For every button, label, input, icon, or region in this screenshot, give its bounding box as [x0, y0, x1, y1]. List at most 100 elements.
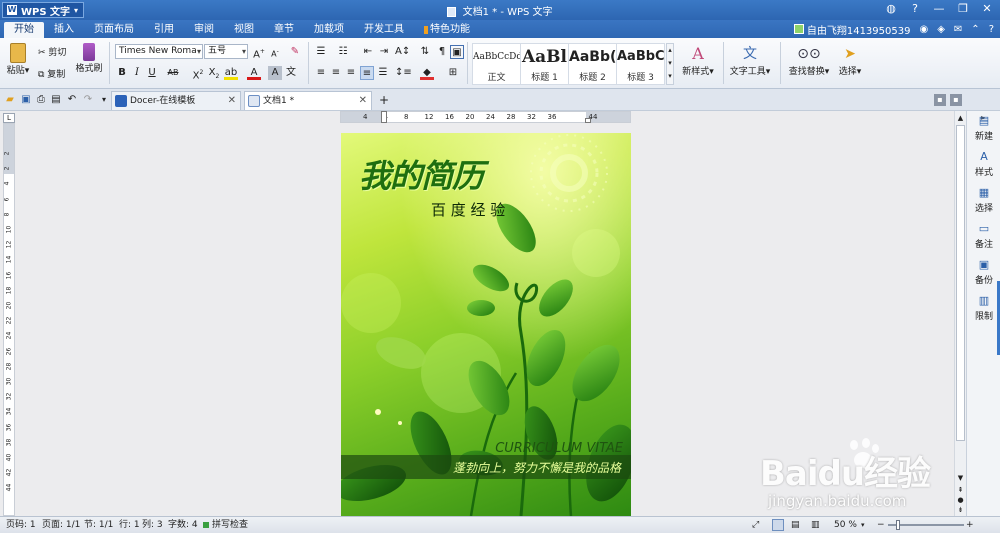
font-color-icon[interactable]: A — [247, 66, 261, 80]
horizontal-ruler[interactable]: 4481216202428323644 — [340, 111, 631, 123]
panel-select[interactable]: ▦ 选择 — [967, 187, 1000, 215]
close-doc-icon[interactable]: ▪ — [950, 94, 962, 106]
tab-document-1[interactable]: 文档1 * ✕ — [244, 91, 372, 110]
redo-icon[interactable]: ↷ — [82, 94, 94, 106]
fit-page-icon[interactable]: ⤢ — [752, 517, 759, 533]
show-marks-icon[interactable]: ¶ — [435, 45, 449, 59]
numbered-list-icon[interactable]: ☷ — [336, 45, 350, 59]
document-workspace[interactable]: L 4481216202428323644 224681012141618202… — [0, 111, 966, 516]
open-folder-icon[interactable]: ▰ — [4, 94, 16, 106]
border-icon[interactable]: ▣ — [450, 45, 464, 59]
tab-addins[interactable]: 加载项 — [304, 22, 354, 38]
style-heading-2[interactable]: AaBb( 标题 2 — [568, 43, 617, 85]
new-tab-icon[interactable]: + — [378, 94, 390, 106]
tab-page-layout[interactable]: 页面布局 — [84, 22, 144, 38]
customize-qat-icon[interactable]: ▾ — [98, 94, 110, 106]
web-view-icon[interactable]: ▥ — [811, 517, 820, 533]
tab-references[interactable]: 引用 — [144, 22, 184, 38]
grow-font-button[interactable]: A+ — [252, 45, 266, 60]
panel-backup[interactable]: ▣ 备份 — [967, 259, 1000, 287]
zoom-level[interactable]: 50 % — [834, 517, 857, 533]
help-icon[interactable]: ? — [906, 2, 924, 17]
font-name-select[interactable]: Times New Roma — [115, 44, 203, 59]
tab-view[interactable]: 视图 — [224, 22, 264, 38]
tab-insert[interactable]: 插入 — [44, 22, 84, 38]
copy-button[interactable]: ⧉ 复制 — [38, 67, 65, 80]
zoom-in-button[interactable]: + — [966, 517, 974, 533]
format-painter-button[interactable]: 格式刷 — [74, 43, 104, 74]
indent-marker-icon[interactable] — [381, 111, 387, 123]
prev-page-icon[interactable]: ⇞ — [955, 485, 966, 495]
clear-format-icon[interactable]: ✎ — [288, 45, 302, 59]
gift-icon[interactable]: ◈ — [937, 24, 945, 35]
maximize-button[interactable]: ❐ — [954, 2, 972, 17]
char-shading-icon[interactable]: A — [268, 66, 282, 80]
print-icon[interactable]: ⎙ — [35, 94, 47, 106]
style-normal[interactable]: AaBbCcDd 正文 — [472, 43, 521, 85]
subscript-button[interactable]: X2 — [207, 66, 221, 80]
phonetic-icon[interactable]: 文 — [284, 66, 298, 80]
tab-home[interactable]: 开始 — [4, 22, 44, 38]
minimize-button[interactable]: — — [930, 2, 948, 17]
skin-button[interactable]: ◍ — [882, 2, 900, 17]
increase-indent-icon[interactable]: ⇥ — [377, 45, 391, 59]
tab-review[interactable]: 审阅 — [184, 22, 224, 38]
zoom-slider-thumb[interactable] — [896, 520, 900, 530]
highlight-icon[interactable]: ab — [224, 66, 238, 80]
tab-special[interactable]: 特色功能 — [414, 22, 480, 38]
panel-new[interactable]: ▤ 新建 — [967, 115, 1000, 143]
status-col[interactable]: 列: 3 — [142, 517, 163, 533]
shading-icon[interactable]: ◆ — [420, 66, 434, 80]
distribute-icon[interactable]: ☰ — [376, 66, 390, 80]
align-center-icon[interactable]: ≡ — [329, 66, 343, 80]
next-page-icon[interactable]: ⇟ — [955, 505, 966, 515]
zoom-out-button[interactable]: − — [877, 517, 885, 533]
paste-button[interactable]: 粘贴▾ — [5, 43, 31, 76]
font-size-select[interactable]: 五号 — [204, 44, 248, 59]
align-left-icon[interactable]: ≡ — [314, 66, 328, 80]
close-button[interactable]: ✕ — [978, 2, 996, 17]
zoom-dropdown-icon[interactable]: ▾ — [861, 517, 865, 533]
vertical-scrollbar[interactable]: ▲ ▼ ⇞ ● ⇟ — [954, 111, 966, 516]
restore-doc-icon[interactable]: ▪ — [934, 94, 946, 106]
tab-developer[interactable]: 开发工具 — [354, 22, 414, 38]
vertical-ruler[interactable]: 2 2 4 6 8 10 12 14 16 18 20 22 24 26 28 30 32 34 36 38 40 42 4… — [3, 123, 15, 516]
status-pages[interactable]: 页面: 1/1 — [42, 517, 80, 533]
panel-style[interactable]: A 样式 — [967, 151, 1000, 179]
scroll-down-icon[interactable]: ▼ — [955, 473, 966, 484]
help-circle-icon[interactable]: ? — [989, 24, 994, 35]
text-direction-icon[interactable]: A↕ — [395, 45, 410, 59]
shrink-font-button[interactable]: A- — [268, 45, 282, 59]
cut-button[interactable]: ✂ 剪切 — [38, 45, 66, 58]
style-heading-3[interactable]: AaBbC 标题 3 — [616, 43, 665, 85]
decrease-indent-icon[interactable]: ⇤ — [361, 45, 375, 59]
spellcheck-icon[interactable] — [203, 522, 209, 528]
close-tab-icon[interactable]: ✕ — [359, 92, 367, 110]
tab-docer-templates[interactable]: Docer-在线模板 ✕ — [111, 91, 241, 110]
superscript-button[interactable]: X2 — [191, 66, 205, 81]
scroll-up-icon[interactable]: ▲ — [955, 113, 966, 124]
find-replace-button[interactable]: ⊙⊙ 查找替换▾ — [785, 44, 833, 77]
tab-chapter[interactable]: 章节 — [264, 22, 304, 38]
panel-comment[interactable]: ▭ 备注 — [967, 223, 1000, 251]
select-button[interactable]: ➤ 选择▾ — [836, 44, 864, 77]
select-browse-icon[interactable]: ● — [955, 495, 966, 505]
strikethrough-button[interactable]: AB — [166, 66, 180, 80]
undo-icon[interactable]: ↶ — [66, 94, 78, 106]
status-spellcheck[interactable]: 拼写检查 — [212, 517, 248, 533]
status-row[interactable]: 行: 1 — [119, 517, 140, 533]
print-preview-icon[interactable]: ▤ — [50, 94, 62, 106]
document-page[interactable]: 我的简历 百 度 经 验 CURRICULUM VITAE 蓬勃向上，努力不懈是… — [341, 133, 631, 516]
ruler-toggle-button[interactable]: L — [3, 113, 15, 123]
close-tab-icon[interactable]: ✕ — [228, 92, 236, 110]
status-section[interactable]: 节: 1/1 — [84, 517, 113, 533]
align-right-icon[interactable]: ≡ — [344, 66, 358, 80]
mail-icon[interactable]: ✉ — [954, 24, 962, 35]
sort-icon[interactable]: ⇅ — [418, 45, 432, 59]
style-heading-1[interactable]: AaBl 标题 1 — [520, 43, 569, 85]
italic-button[interactable]: I — [130, 66, 144, 80]
bullet-list-icon[interactable]: ☰ — [314, 45, 328, 59]
chevron-up-icon[interactable]: ⌃ — [971, 24, 979, 35]
user-name[interactable]: 自由飞翔1413950539 — [807, 22, 911, 37]
panel-restrict[interactable]: ▥ 限制 — [967, 295, 1000, 323]
